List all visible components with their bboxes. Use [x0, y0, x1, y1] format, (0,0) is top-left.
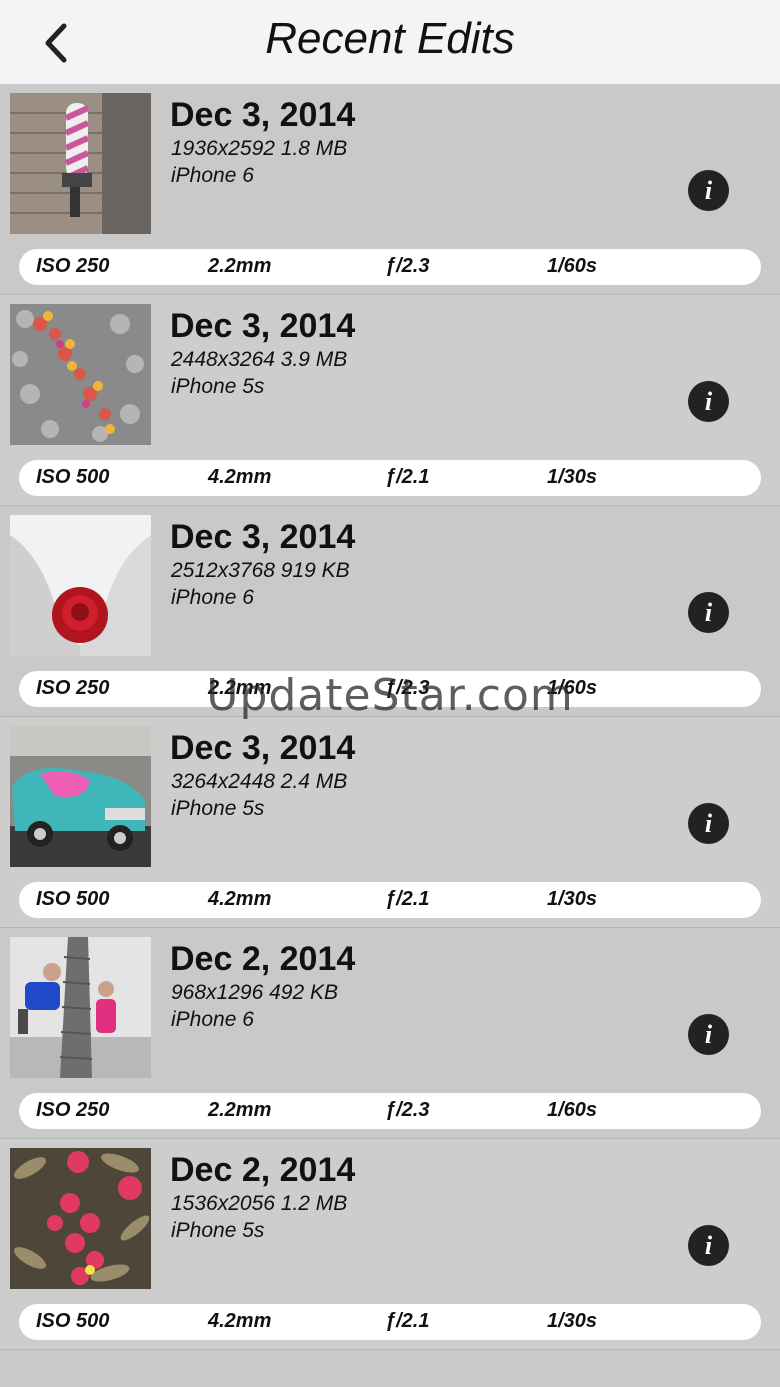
iso-value: ISO 500 — [36, 466, 110, 488]
focal-length: 2.2mm — [208, 1099, 272, 1121]
list-item[interactable]: Dec 2, 2014 968x1296 492 KB iPhone 6 i I… — [0, 928, 780, 1139]
photo-resolution-size: 1536x2056 1.2 MB — [171, 1192, 348, 1215]
iso-value: ISO 250 — [36, 1099, 110, 1121]
focal-length: 2.2mm — [208, 255, 272, 277]
edit-date: Dec 2, 2014 — [170, 940, 356, 978]
shutter-speed: 1/30s — [547, 888, 598, 910]
list-item[interactable]: Dec 3, 2014 1936x2592 1.8 MB iPhone 6 i … — [0, 84, 780, 295]
shutter-speed: 1/30s — [547, 466, 598, 488]
aperture: ƒ/2.1 — [385, 466, 430, 488]
exif-bar: ISO 250 2.2mm ƒ/2.3 1/60s — [19, 671, 761, 707]
info-button[interactable]: i — [688, 803, 729, 844]
camera-model: iPhone 6 — [171, 1008, 254, 1031]
aperture: ƒ/2.1 — [385, 1310, 430, 1332]
photo-thumbnail[interactable] — [10, 1148, 151, 1289]
shutter-speed: 1/60s — [547, 1099, 598, 1121]
list-item[interactable]: Dec 2, 2014 1536x2056 1.2 MB iPhone 5s i… — [0, 1139, 780, 1350]
shutter-speed: 1/60s — [547, 677, 598, 699]
photo-thumbnail[interactable] — [10, 515, 151, 656]
info-button[interactable]: i — [688, 592, 729, 633]
photo-thumbnail[interactable] — [10, 726, 151, 867]
exif-bar: ISO 500 4.2mm ƒ/2.1 1/30s — [19, 882, 761, 918]
info-button[interactable]: i — [688, 170, 729, 211]
focal-length: 4.2mm — [208, 466, 272, 488]
edit-date: Dec 3, 2014 — [170, 729, 356, 767]
focal-length: 4.2mm — [208, 1310, 272, 1332]
shutter-speed: 1/30s — [547, 1310, 598, 1332]
focal-length: 4.2mm — [208, 888, 272, 910]
info-button[interactable]: i — [688, 381, 729, 422]
aperture: ƒ/2.3 — [385, 1099, 430, 1121]
aperture: ƒ/2.1 — [385, 888, 430, 910]
info-button[interactable]: i — [688, 1225, 729, 1266]
photo-resolution-size: 2448x3264 3.9 MB — [171, 348, 348, 371]
exif-bar: ISO 250 2.2mm ƒ/2.3 1/60s — [19, 249, 761, 285]
navigation-bar: Recent Edits — [0, 0, 780, 84]
iso-value: ISO 500 — [36, 888, 110, 910]
camera-model: iPhone 6 — [171, 586, 254, 609]
iso-value: ISO 250 — [36, 677, 110, 699]
list-item[interactable]: Dec 3, 2014 2512x3768 919 KB iPhone 6 i … — [0, 506, 780, 717]
list-item[interactable]: Dec 3, 2014 3264x2448 2.4 MB iPhone 5s i… — [0, 717, 780, 928]
camera-model: iPhone 6 — [171, 164, 254, 187]
photo-resolution-size: 3264x2448 2.4 MB — [171, 770, 348, 793]
photo-thumbnail[interactable] — [10, 304, 151, 445]
photo-thumbnail[interactable] — [10, 937, 151, 1078]
focal-length: 2.2mm — [208, 677, 272, 699]
iso-value: ISO 500 — [36, 1310, 110, 1332]
page-title: Recent Edits — [265, 14, 515, 63]
edit-date: Dec 3, 2014 — [170, 518, 356, 556]
shutter-speed: 1/60s — [547, 255, 598, 277]
iso-value: ISO 250 — [36, 255, 110, 277]
exif-bar: ISO 500 4.2mm ƒ/2.1 1/30s — [19, 1304, 761, 1340]
edit-date: Dec 2, 2014 — [170, 1151, 356, 1189]
camera-model: iPhone 5s — [171, 797, 265, 820]
camera-model: iPhone 5s — [171, 375, 265, 398]
aperture: ƒ/2.3 — [385, 255, 430, 277]
photo-resolution-size: 1936x2592 1.8 MB — [171, 137, 348, 160]
edit-date: Dec 3, 2014 — [170, 96, 356, 134]
edit-date: Dec 3, 2014 — [170, 307, 356, 345]
exif-bar: ISO 250 2.2mm ƒ/2.3 1/60s — [19, 1093, 761, 1129]
exif-bar: ISO 500 4.2mm ƒ/2.1 1/30s — [19, 460, 761, 496]
recent-edits-list: Dec 3, 2014 1936x2592 1.8 MB iPhone 6 i … — [0, 84, 780, 1350]
photo-resolution-size: 968x1296 492 KB — [171, 981, 338, 1004]
aperture: ƒ/2.3 — [385, 677, 430, 699]
info-button[interactable]: i — [688, 1014, 729, 1055]
list-item[interactable]: Dec 3, 2014 2448x3264 3.9 MB iPhone 5s i… — [0, 295, 780, 506]
camera-model: iPhone 5s — [171, 1219, 265, 1242]
photo-resolution-size: 2512x3768 919 KB — [171, 559, 350, 582]
photo-thumbnail[interactable] — [10, 93, 151, 234]
